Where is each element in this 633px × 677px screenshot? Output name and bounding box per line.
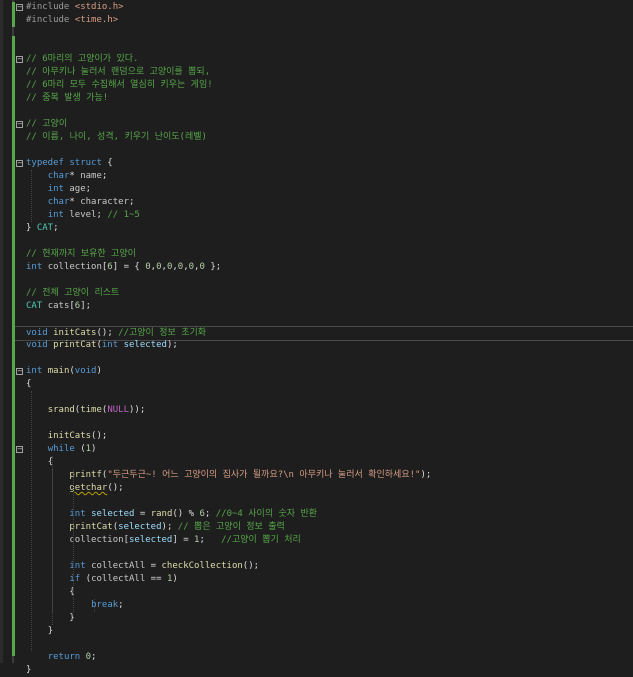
fold-minus-icon[interactable]: − — [16, 160, 23, 167]
code-text: } CAT; — [26, 223, 59, 233]
fold-minus-icon[interactable]: − — [16, 446, 23, 453]
code-line[interactable]: { — [0, 586, 633, 599]
code-line[interactable]: return 0; — [0, 651, 633, 664]
code-line[interactable]: getchar(); — [0, 482, 633, 495]
code-text: // 6마리의 고양이가 있다. — [26, 54, 139, 64]
code-text: printCat(selected); // 뽑은 고양이 정보 출력 — [69, 522, 285, 532]
indent-guide — [94, 599, 95, 612]
code-line[interactable]: char* name; — [0, 170, 633, 183]
code-line[interactable]: } — [0, 612, 633, 625]
code-line[interactable]: // 전체 고양이 리스트 — [0, 287, 633, 300]
code-text: typedef struct { — [26, 158, 113, 168]
code-text: break; — [91, 600, 124, 610]
code-line[interactable]: { — [0, 456, 633, 469]
code-line[interactable]: −// 고양이 — [0, 118, 633, 131]
code-text: int collection[6] = { 0,0,0,0,0,0 }; — [26, 262, 222, 272]
code-line[interactable]: // 현재까지 보유한 고양이 — [0, 248, 633, 261]
code-line[interactable]: char* character; — [0, 196, 633, 209]
code-text: // 아무키나 눌러서 랜덤으로 고양이를 뽑되, — [26, 67, 211, 77]
code-line[interactable]: collection[selected] = 1; //고양이 뽑기 처리 — [0, 534, 633, 547]
code-text: { — [26, 379, 32, 389]
code-text: // 현재까지 보유한 고양이 — [26, 249, 136, 259]
indent-guide — [31, 170, 32, 222]
code-text: char* character; — [47, 197, 135, 207]
code-line[interactable] — [0, 495, 633, 508]
code-text: // 중복 발생 가능! — [26, 93, 109, 103]
code-text: printf("두근두근~! 어느 고양이의 집사가 될까요?\n 아무키나 눌… — [69, 470, 432, 480]
code-text: while (1) — [47, 444, 97, 454]
code-line[interactable]: if (collectAll == 1) — [0, 573, 633, 586]
code-line[interactable]: // 아무키나 눌러서 랜덤으로 고양이를 뽑되, — [0, 66, 633, 79]
code-text: CAT cats[6]; — [26, 301, 92, 311]
code-text: if (collectAll == 1) — [69, 574, 178, 584]
code-text: int selected = rand() % 6; //0~4 사이의 숫자 … — [69, 509, 318, 519]
code-line[interactable]: printCat(selected); // 뽑은 고양이 정보 출력 — [0, 521, 633, 534]
code-text: int level; // 1~5 — [47, 210, 140, 220]
code-text: // 전체 고양이 리스트 — [26, 288, 120, 298]
code-text: #include <time.h> — [26, 15, 119, 25]
code-text: return 0; — [47, 652, 97, 662]
fold-minus-icon[interactable]: − — [16, 56, 23, 63]
code-text: // 이름, 나이, 성격, 키우기 난이도(레벨) — [26, 132, 207, 142]
code-text: { — [69, 587, 75, 597]
code-text: int age; — [47, 184, 92, 194]
code-text: collection[selected] = 1; //고양이 뽑기 처리 — [69, 535, 301, 545]
code-line[interactable] — [0, 417, 633, 430]
code-text: char* name; — [47, 171, 108, 181]
indent-guide — [31, 391, 32, 651]
code-line[interactable]: int collectAll = checkCollection(); — [0, 560, 633, 573]
code-line[interactable] — [0, 391, 633, 404]
code-line[interactable]: int selected = rand() % 6; //0~4 사이의 숫자 … — [0, 508, 633, 521]
indent-guide — [52, 469, 53, 612]
code-text: } — [26, 665, 32, 675]
code-text: int main(void) — [26, 366, 102, 376]
code-line[interactable] — [0, 40, 633, 53]
code-line[interactable]: // 6마리 모두 수집해서 열심히 키우는 게임! — [0, 79, 633, 92]
code-line[interactable] — [0, 274, 633, 287]
code-line[interactable]: } — [0, 664, 633, 677]
code-line[interactable]: srand(time(NULL)); — [0, 404, 633, 417]
code-text: // 6마리 모두 수집해서 열심히 키우는 게임! — [26, 80, 213, 90]
code-line[interactable]: − int main(void) — [0, 365, 633, 378]
code-line[interactable] — [0, 313, 633, 326]
code-line[interactable]: // 중복 발생 가능! — [0, 92, 633, 105]
code-text: initCats(); — [47, 431, 108, 441]
code-line[interactable]: − while (1) — [0, 443, 633, 456]
code-line[interactable]: − typedef struct { — [0, 157, 633, 170]
code-line[interactable]: printf("두근두근~! 어느 고양이의 집사가 될까요?\n 아무키나 눌… — [0, 469, 633, 482]
code-line[interactable]: // 이름, 나이, 성격, 키우기 난이도(레벨) — [0, 131, 633, 144]
code-line[interactable]: int collection[6] = { 0,0,0,0,0,0 }; — [0, 261, 633, 274]
code-line[interactable] — [0, 27, 633, 40]
code-text: getchar(); — [69, 483, 124, 493]
code-line[interactable] — [0, 235, 633, 248]
code-line[interactable] — [0, 105, 633, 118]
code-line[interactable]: } CAT; — [0, 222, 633, 235]
code-text: // 고양이 — [26, 119, 68, 129]
indent-guide — [73, 469, 74, 612]
code-line[interactable]: −// 6마리의 고양이가 있다. — [0, 53, 633, 66]
code-text: srand(time(NULL)); — [47, 405, 146, 415]
code-line[interactable]: void printCat(int selected); — [0, 339, 633, 352]
fold-minus-icon[interactable]: − — [16, 4, 23, 11]
code-line[interactable]: int level; // 1~5 — [0, 209, 633, 222]
code-editor[interactable]: − #include <stdio.h> #include <time.h> −// … — [0, 0, 633, 675]
code-line[interactable]: − #include <stdio.h> — [0, 1, 633, 14]
code-line[interactable]: #include <time.h> — [0, 14, 633, 27]
code-text: void printCat(int selected); — [26, 340, 178, 350]
fold-minus-icon[interactable]: − — [16, 368, 23, 375]
code-line[interactable] — [0, 144, 633, 157]
code-line[interactable]: } — [0, 625, 633, 638]
code-text: #include <stdio.h> — [26, 2, 124, 12]
code-line[interactable] — [0, 638, 633, 651]
code-line[interactable]: CAT cats[6]; — [0, 300, 633, 313]
code-line[interactable]: { — [0, 378, 633, 391]
fold-minus-icon[interactable]: − — [16, 121, 23, 128]
code-text: int collectAll = checkCollection(); — [69, 561, 260, 571]
code-line[interactable] — [0, 547, 633, 560]
code-line[interactable] — [0, 352, 633, 365]
code-text: } — [69, 613, 75, 623]
code-line[interactable]: int age; — [0, 183, 633, 196]
code-line[interactable]: initCats(); — [0, 430, 633, 443]
